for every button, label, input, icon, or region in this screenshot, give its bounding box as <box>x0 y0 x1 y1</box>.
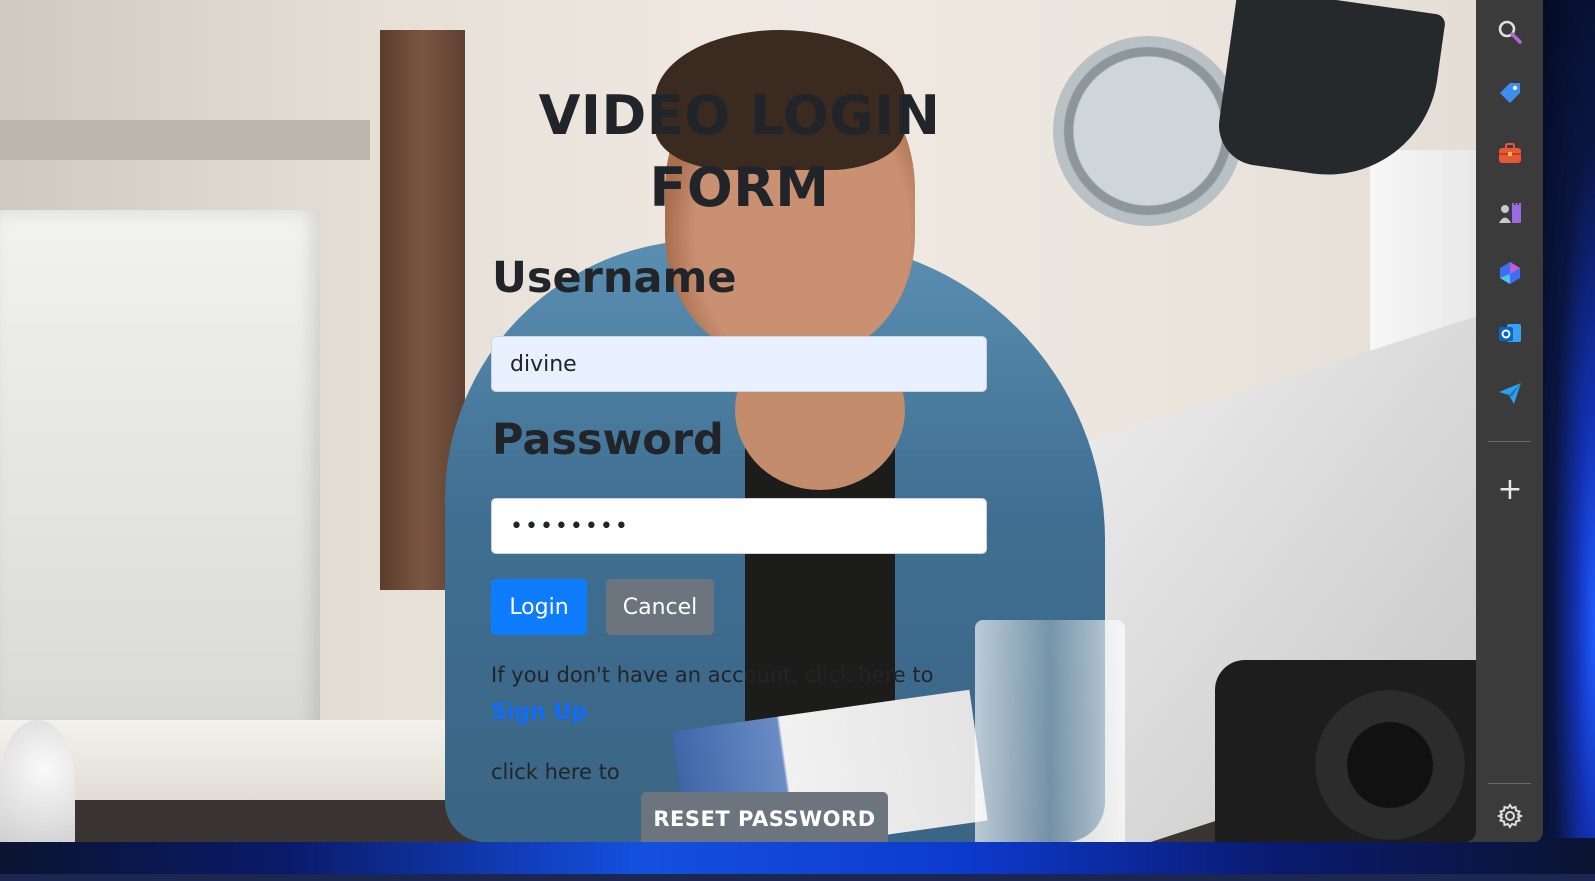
signup-link[interactable]: Sign Up <box>491 700 587 725</box>
gear-icon[interactable] <box>1490 796 1530 836</box>
desktop-wallpaper-edge <box>1540 0 1595 838</box>
tag-icon[interactable] <box>1490 73 1530 113</box>
outlook-icon[interactable] <box>1490 313 1530 353</box>
signup-hint: If you don't have an account, click here… <box>491 663 934 687</box>
copilot-icon[interactable] <box>1490 253 1530 293</box>
search-icon[interactable] <box>1490 12 1530 52</box>
sidebar-divider <box>1488 783 1531 784</box>
games-icon[interactable] <box>1490 193 1530 233</box>
username-label: Username <box>492 253 737 303</box>
cancel-button[interactable]: Cancel <box>606 579 714 635</box>
browser-sidebar: + <box>1478 0 1543 842</box>
username-input[interactable] <box>491 336 987 392</box>
plus-icon[interactable]: + <box>1490 470 1530 510</box>
send-icon[interactable] <box>1490 373 1530 413</box>
taskbar-edge <box>0 874 1595 881</box>
browser-window: VIDEO LOGIN FORM Username Password Login… <box>0 0 1543 842</box>
password-input[interactable] <box>491 498 987 554</box>
sidebar-divider <box>1488 441 1531 442</box>
password-label: Password <box>492 415 724 465</box>
reset-hint: click here to <box>491 760 620 784</box>
login-form: VIDEO LOGIN FORM <box>492 80 987 224</box>
page-viewport: VIDEO LOGIN FORM Username Password Login… <box>0 0 1476 842</box>
reset-password-button[interactable]: RESET PASSWORD <box>641 792 888 842</box>
login-button[interactable]: Login <box>491 579 587 635</box>
page-title: VIDEO LOGIN FORM <box>538 84 941 219</box>
toolbox-icon[interactable] <box>1490 133 1530 173</box>
